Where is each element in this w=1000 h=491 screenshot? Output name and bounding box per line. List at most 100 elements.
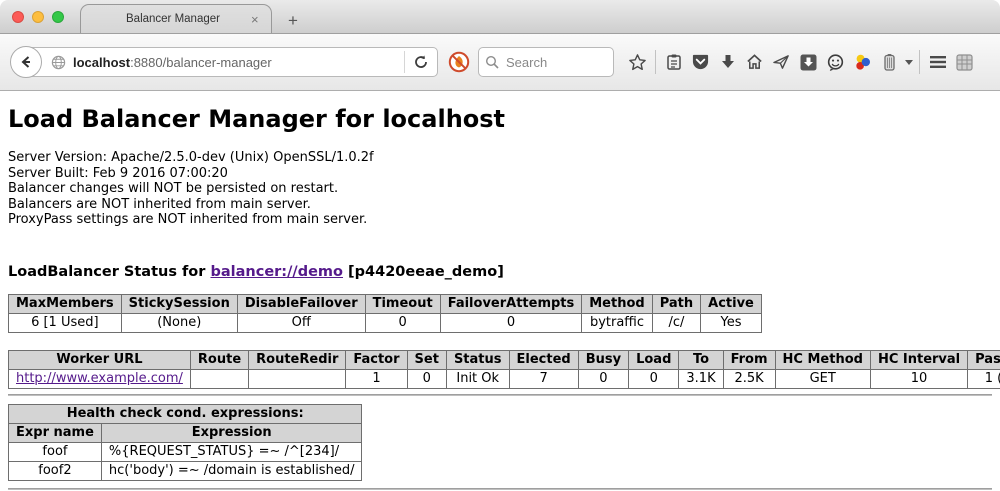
cell-to: 3.1K <box>679 369 723 388</box>
toolbar-icons <box>624 47 978 77</box>
column-header: From <box>723 350 775 369</box>
column-header: Active <box>701 294 762 313</box>
column-header: Status <box>446 350 509 369</box>
download-manager-button[interactable] <box>795 47 822 77</box>
downloads-button[interactable] <box>714 47 741 77</box>
cell-failoverattempts: 0 <box>440 313 582 332</box>
reading-list-button[interactable] <box>660 47 687 77</box>
page-bottom-divider <box>8 488 992 490</box>
column-header: Route <box>190 350 248 369</box>
url-bar[interactable]: localhost:8880/balancer-manager <box>26 47 438 77</box>
pocket-button[interactable] <box>687 47 714 77</box>
cell-expr-name: foof <box>9 442 102 461</box>
table-row: 6 [1 Used] (None) Off 0 0 bytraffic /c/ … <box>9 313 762 332</box>
page-title: Load Balancer Manager for localhost <box>8 105 992 133</box>
menu-button[interactable] <box>924 47 951 77</box>
hamburger-menu-icon <box>929 55 947 69</box>
cell-hc-method: GET <box>775 369 870 388</box>
paper-plane-icon <box>772 53 791 71</box>
tab-balancer-manager[interactable]: Balancer Manager × <box>80 4 272 33</box>
sidebar-grid-button[interactable] <box>951 47 978 77</box>
column-header: Expression <box>101 423 362 442</box>
smiley-icon <box>826 53 845 72</box>
cell-disablefailover: Off <box>237 313 365 332</box>
cell-maxmembers: 6 [1 Used] <box>9 313 122 332</box>
table-title-row: Health check cond. expressions: <box>9 404 362 423</box>
cell-load: 0 <box>629 369 679 388</box>
column-header: Worker URL <box>9 350 191 369</box>
table-header-row: Expr name Expression <box>9 423 362 442</box>
close-window-button[interactable] <box>12 11 24 23</box>
browser-window: Balancer Manager × + localhost:8880/bala… <box>0 0 1000 491</box>
table-header-row: Worker URL Route RouteRedir Factor Set S… <box>9 350 1000 369</box>
cell-factor: 1 <box>346 369 407 388</box>
persist-notice-line: Balancer changes will NOT be persisted o… <box>8 181 992 197</box>
zoom-window-button[interactable] <box>52 11 64 23</box>
cell-status: Init Ok <box>446 369 509 388</box>
cell-elected: 7 <box>509 369 578 388</box>
column-header: Passes <box>968 350 1000 369</box>
plugin-blocked-button[interactable] <box>448 51 470 73</box>
cell-from: 2.5K <box>723 369 775 388</box>
cell-expression: hc('body') =~ /domain is established/ <box>101 461 362 480</box>
table-header-row: MaxMembers StickySession DisableFailover… <box>9 294 762 313</box>
url-host: localhost <box>73 55 130 70</box>
tab-close-icon[interactable]: × <box>251 12 271 27</box>
send-tab-button[interactable] <box>768 47 795 77</box>
table-row: http://www.example.com/ 1 0 Init Ok 7 0 … <box>9 369 1000 388</box>
balancer-demo-link[interactable]: balancer://demo <box>210 264 343 280</box>
balancers-notice-line: Balancers are NOT inherited from main se… <box>8 197 992 213</box>
table-row: foof %{REQUEST_STATUS} =~ /^[234]/ <box>9 442 362 461</box>
cell-method: bytraffic <box>582 313 652 332</box>
grid-icon <box>955 53 974 72</box>
column-header: MaxMembers <box>9 294 122 313</box>
new-tab-button[interactable]: + <box>280 11 306 31</box>
column-header: Method <box>582 294 652 313</box>
section-divider <box>8 394 992 396</box>
column-header: Set <box>407 350 446 369</box>
column-header: Elected <box>509 350 578 369</box>
traffic-lights <box>12 11 64 23</box>
column-header: Factor <box>346 350 407 369</box>
search-input[interactable] <box>504 54 604 71</box>
bookmark-star-button[interactable] <box>624 47 651 77</box>
chat-smiley-button[interactable] <box>822 47 849 77</box>
container-button[interactable] <box>876 47 903 77</box>
home-button[interactable] <box>741 47 768 77</box>
balancer-status-table: MaxMembers StickySession DisableFailover… <box>8 294 762 333</box>
color-dots-button[interactable] <box>849 47 876 77</box>
column-header: RouteRedir <box>249 350 346 369</box>
loadbalancer-status-heading: LoadBalancer Status for balancer://demo … <box>8 264 992 280</box>
plugin-blocked-icon <box>448 51 470 73</box>
reload-button[interactable] <box>405 54 437 70</box>
pocket-icon <box>691 53 710 71</box>
cell-timeout: 0 <box>365 313 440 332</box>
cell-expression: %{REQUEST_STATUS} =~ /^[234]/ <box>101 442 362 461</box>
minimize-window-button[interactable] <box>32 11 44 23</box>
server-version-line: Server Version: Apache/2.5.0-dev (Unix) … <box>8 150 992 166</box>
cell-passes: 1 (0) <box>968 369 1000 388</box>
back-button[interactable] <box>10 46 42 78</box>
worker-url-link[interactable]: http://www.example.com/ <box>16 371 183 386</box>
search-box[interactable] <box>478 47 614 77</box>
column-header: Path <box>652 294 700 313</box>
url-text[interactable]: localhost:8880/balancer-manager <box>73 55 272 70</box>
column-header: To <box>679 350 723 369</box>
server-built-line: Server Built: Feb 9 2016 07:00:20 <box>8 166 992 182</box>
cell-worker-url: http://www.example.com/ <box>9 369 191 388</box>
column-header: HC Method <box>775 350 870 369</box>
cell-path: /c/ <box>652 313 700 332</box>
clipboard-icon <box>665 53 683 71</box>
cell-expr-name: foof2 <box>9 461 102 480</box>
column-header: HC Interval <box>870 350 967 369</box>
cell-active: Yes <box>701 313 762 332</box>
dropdown-caret-icon[interactable] <box>905 60 913 65</box>
server-info: Server Version: Apache/2.5.0-dev (Unix) … <box>8 150 992 228</box>
color-dots-icon <box>853 53 872 72</box>
health-check-table: Health check cond. expressions: Expr nam… <box>8 404 362 481</box>
column-header: StickySession <box>121 294 237 313</box>
table-row: foof2 hc('body') =~ /domain is establish… <box>9 461 362 480</box>
url-path: :8880/balancer-manager <box>130 55 272 70</box>
star-icon <box>628 53 647 72</box>
proxypass-notice-line: ProxyPass settings are NOT inherited fro… <box>8 212 992 228</box>
